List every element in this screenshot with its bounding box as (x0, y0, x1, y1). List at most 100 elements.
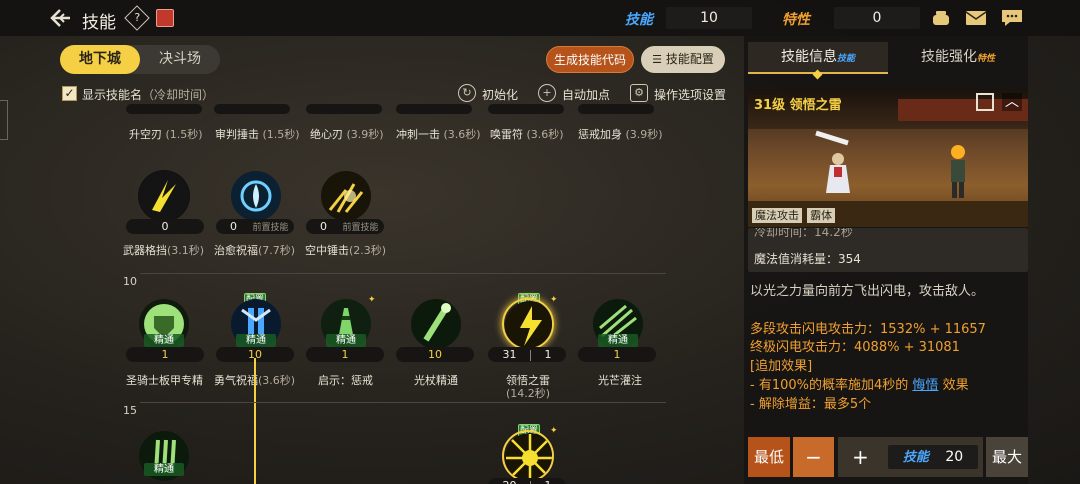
skill-level: 0 (320, 220, 327, 233)
tier15-burst-skill-icon[interactable] (502, 430, 554, 482)
fullscreen-icon[interactable] (976, 93, 994, 111)
repentance-link[interactable]: 悔悟 (912, 378, 938, 393)
skill-name[interactable]: 治愈祝福(7.7秒) (214, 242, 295, 258)
prerequisite-label: 前置技能 (252, 223, 289, 233)
star-icon: ✦ (368, 295, 376, 305)
skill-description: 以光之力量向前方飞出闪电，攻击敌人。 (750, 284, 985, 299)
skill-name[interactable]: 冲刺一击 (3.6秒) (396, 126, 481, 142)
tier-label: 10 (123, 275, 137, 288)
skill-level: 0 (230, 220, 237, 233)
generate-code-button[interactable]: 生成技能代码 (546, 46, 634, 73)
skill-tag: 魔法攻击 (752, 208, 802, 223)
skill-level-bar: 0 (126, 219, 204, 234)
chat-icon[interactable] (1001, 9, 1023, 27)
attack-line-1: 多段攻击闪电攻击力：1532% + 11657 (750, 322, 986, 337)
star-icon: ✦ (550, 426, 558, 436)
guide-book-icon[interactable] (156, 9, 174, 27)
skill-points-display-value: 20 (945, 449, 964, 465)
skill-name[interactable]: 光杖精通 (414, 372, 458, 388)
skill-level-bar: 1 (306, 347, 384, 362)
plus-button[interactable]: + (852, 437, 869, 477)
cooldown-row: 冷却时间：14.2秒 (754, 228, 853, 239)
tab-dungeon[interactable]: 地下城 (60, 45, 140, 74)
prerequisite-label: 前置技能 (342, 223, 379, 233)
show-names-label: 显示技能名（冷却时间） (82, 86, 214, 103)
config-icon: ☰ (652, 53, 663, 66)
skill-points-display: 技能 20 (888, 445, 978, 469)
skill-name[interactable]: 审判捶击 (1.5秒) (215, 126, 300, 142)
lightning-comprehension-skill-icon[interactable] (502, 298, 554, 350)
tab-skill-info-sup: 技能 (836, 54, 855, 64)
extra-effect-1-suffix: 效果 (942, 378, 969, 393)
attack-line-2: 终极闪电攻击力：4088% + 31081 (750, 340, 960, 355)
settings-gear-icon[interactable]: ⚙ (630, 84, 648, 102)
skill-name[interactable]: 光芒灌注 (598, 372, 642, 388)
show-names-text: 显示技能名 (82, 88, 143, 102)
extra-effect-1-text: - 有100%的概率施加4秒的 (750, 378, 909, 393)
mastery-tag: 精通 (144, 334, 184, 347)
skill-name[interactable]: 升空刃 (1.5秒) (129, 126, 203, 142)
minus-button[interactable]: − (793, 437, 834, 477)
mastery-tag: 精通 (144, 463, 184, 476)
tag-row: 魔法攻击 霸体 (752, 204, 836, 223)
skill-level-bar (578, 104, 654, 114)
extra-effect-1: - 有100%的概率施加4秒的 悔悟 效果 (750, 374, 969, 393)
light-staff-mastery-skill-icon[interactable] (410, 298, 462, 350)
skill-name[interactable]: 空中锤击(2.3秒) (305, 242, 386, 258)
show-names-hint: （冷却时间） (142, 88, 215, 102)
healing-blessing-skill-icon[interactable] (230, 170, 282, 222)
skill-name[interactable]: 惩戒加身 (3.9秒) (578, 126, 663, 142)
back-arrow-icon[interactable] (50, 8, 72, 28)
air-hammer-skill-icon[interactable] (320, 170, 372, 222)
left-side-tab[interactable] (0, 100, 8, 140)
mail-icon[interactable] (965, 9, 987, 27)
skill-config-label: 技能配置 (665, 52, 714, 66)
skill-name[interactable]: 绝心刃 (3.9秒) (310, 126, 384, 142)
skill-name[interactable]: 唤雷符 (3.6秒) (490, 126, 564, 142)
skill-name[interactable]: 启示：惩戒 (318, 372, 373, 388)
skill-points-value: 10 (666, 7, 752, 29)
skill-level-bar: 0 前置技能 (306, 219, 384, 234)
player-character-icon (815, 130, 850, 193)
auto-points-icon[interactable]: + (538, 84, 556, 102)
max-level-button[interactable]: 最大 (986, 437, 1028, 477)
skill-level-bar (214, 104, 290, 114)
mastery-tag: 精通 (598, 334, 638, 347)
tab-skill-enhance[interactable]: 技能强化特性 (888, 42, 1028, 74)
page-title: 技能 (82, 13, 116, 33)
skill-level-bar: 20 1 (488, 478, 566, 484)
tier-divider (140, 402, 666, 403)
show-names-checkbox[interactable]: ✓ (62, 86, 77, 101)
tab-arena[interactable]: 决斗场 (140, 45, 220, 74)
skill-name[interactable]: 圣骑士板甲专精 (126, 372, 203, 388)
weapon-block-skill-icon[interactable] (138, 170, 190, 222)
skill-level-extra: 1 (545, 479, 552, 484)
min-level-button[interactable]: 最低 (748, 437, 790, 477)
skill-level-bar: 1 (126, 347, 204, 362)
skill-level-bar: 1 (578, 347, 656, 362)
skill-config-button[interactable]: ☰ 技能配置 (641, 46, 725, 73)
video-title: 31级 领悟之雷 (754, 98, 842, 113)
skill-tag: 霸体 (807, 208, 836, 223)
reset-button[interactable]: 初始化 (482, 86, 518, 103)
auto-points-button[interactable]: 自动加点 (562, 86, 610, 103)
selection-guide-line (254, 358, 256, 484)
skill-level-bar (126, 104, 202, 114)
reset-icon[interactable]: ↻ (458, 84, 476, 102)
points-control: + 技能 20 (838, 437, 983, 477)
extra-effect-2: - 解除增益：最多5个 (750, 397, 872, 412)
star-icon: ✦ (550, 295, 558, 305)
tier-divider (140, 273, 666, 274)
skill-level-current: 20 (503, 479, 517, 484)
mastery-tag: 精通 (236, 334, 276, 347)
skill-preview-video[interactable]: 31级 领悟之雷 ︿ 魔法攻击 霸体 (748, 89, 1028, 227)
skill-level-extra: 1 (544, 348, 552, 361)
skill-points-display-label: 技能 (902, 450, 929, 465)
mastery-tag: 精通 (326, 334, 366, 347)
settings-button[interactable]: 操作选项设置 (654, 86, 726, 103)
shop-pot-icon[interactable] (930, 9, 952, 27)
extra-effect-title: [追加效果] (750, 359, 813, 374)
chevron-up-icon[interactable]: ︿ (1002, 93, 1022, 111)
skill-name[interactable]: 武器格挡(3.1秒) (123, 242, 204, 258)
tab-skill-enhance-sup: 特性 (976, 54, 995, 64)
